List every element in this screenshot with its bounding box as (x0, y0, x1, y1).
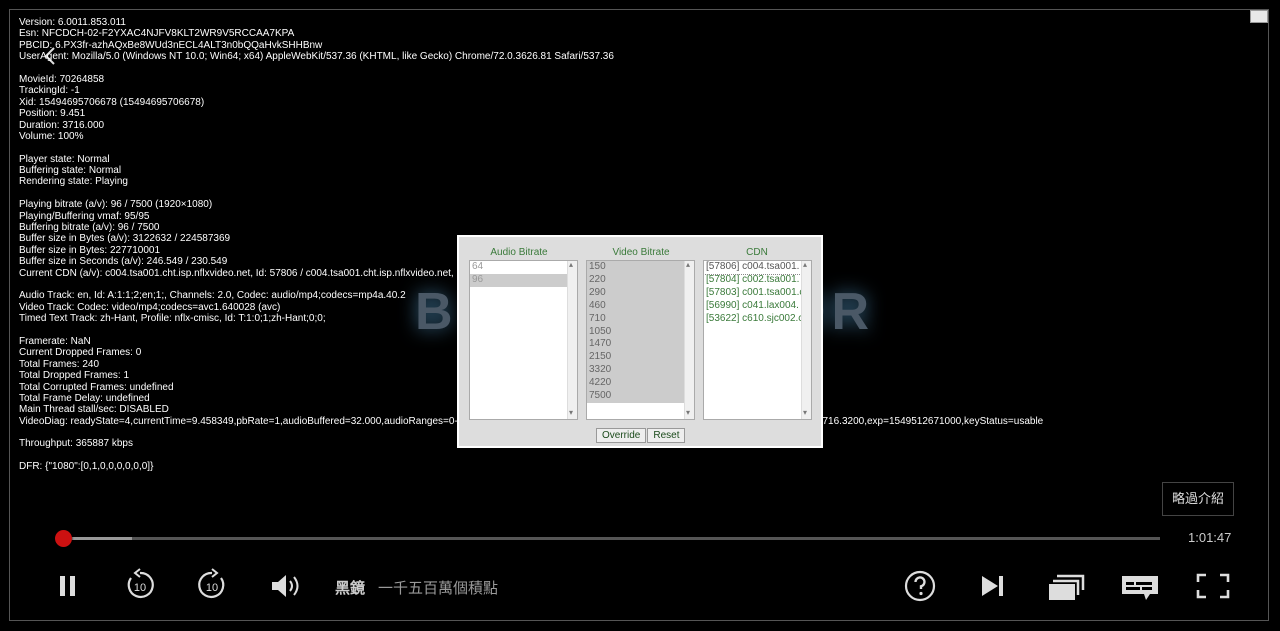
diagnostic-line: MovieId: 70264858 (19, 73, 105, 85)
diagnostic-line: Duration: 3716.000 (19, 119, 105, 131)
diagnostic-line: PBCID: 6.PX3fr-azhAQxBe8WUd3nECL4ALT3n0b… (19, 39, 323, 51)
panel-buttons: Override Reset (596, 425, 686, 443)
forward-seconds-label: 10 (206, 582, 218, 594)
replay-seconds-label: 10 (134, 582, 146, 594)
diagnostic-line: Xid: 15494695706678 (15494695706678) (19, 96, 205, 108)
audio-bitrate-column: Audio Bitrate (469, 247, 569, 258)
episode-title: 一千五百萬個積點 (378, 580, 499, 597)
diagnostic-line: Position: 9.451 (19, 108, 86, 120)
cdn-option[interactable]: [56990] c041.lax004. (704, 300, 811, 313)
forward-10-icon[interactable]: 10 (195, 568, 229, 607)
video-bitrate-option[interactable]: 2150 (587, 351, 694, 365)
audio-list-scrollbar[interactable] (567, 261, 577, 419)
video-bitrate-option[interactable]: 7500 (587, 390, 694, 403)
video-bitrate-option[interactable]: 220 (587, 273, 694, 287)
progress-thumb[interactable] (54, 530, 72, 547)
replay-10-icon[interactable]: 10 (123, 568, 157, 607)
progress-track[interactable] (60, 537, 1160, 540)
cdn-option[interactable]: [57803] c001.tsa001.c (704, 287, 811, 300)
video-bitrate-column: Video Bitrate (587, 247, 695, 258)
diagnostic-line (19, 63, 1043, 74)
episodes-icon[interactable] (1047, 572, 1085, 607)
audio-bitrate-option[interactable]: 64 (470, 261, 577, 274)
next-episode-icon[interactable] (980, 574, 1006, 603)
volume-icon[interactable] (270, 572, 304, 605)
video-bitrate-option[interactable]: 460 (587, 299, 694, 313)
video-bitrate-option[interactable]: 1470 (587, 338, 694, 352)
diagnostic-line: Buffering bitrate (a/v): 96 / 7500 (19, 222, 160, 234)
time-remaining: 1:01:47 (1188, 530, 1232, 545)
diagnostic-line: Rendering state: Playing (19, 176, 128, 188)
skip-intro-button[interactable]: 略過介紹 (1162, 482, 1234, 516)
override-button[interactable]: Override (596, 428, 647, 443)
video-bitrate-option[interactable]: 150 (587, 261, 694, 274)
video-bitrate-option[interactable]: 710 (587, 312, 694, 326)
diagnostic-line (19, 188, 1043, 199)
diagnostic-line: Version: 6.0011.853.011 (19, 17, 126, 28)
fullscreen-icon[interactable] (1196, 573, 1230, 604)
cdn-list[interactable]: [57806] c004.tsa001. [57804] c002.tsa001.… (703, 260, 812, 420)
diagnostic-line (19, 450, 1043, 461)
diagnostic-line: Buffering state: Normal (19, 165, 122, 177)
subtitles-audio-icon[interactable] (1120, 574, 1160, 607)
diagnostic-line: UserAgent: Mozilla/5.0 (Windows NT 10.0;… (19, 51, 614, 63)
help-icon[interactable] (904, 570, 936, 607)
cdn-heading: CDN (746, 247, 768, 258)
video-list-scrollbar[interactable] (684, 261, 694, 419)
video-bitrate-option[interactable]: 4220 (587, 377, 694, 391)
reset-button[interactable]: Reset (647, 428, 686, 443)
video-bitrate-option[interactable]: 1050 (587, 325, 694, 339)
video-bitrate-option[interactable]: 3320 (587, 364, 694, 378)
diagnostic-line (19, 142, 1043, 153)
cdn-option[interactable]: [57804] c002.tsa001. (704, 274, 811, 287)
video-bitrate-option[interactable]: 290 (587, 286, 694, 300)
audio-bitrate-heading: Audio Bitrate (490, 247, 548, 258)
diagnostic-line: Volume: 100% (19, 130, 84, 142)
diagnostic-line: Playing bitrate (a/v): 96 / 7500 (1920×1… (19, 199, 213, 211)
diagnostic-line: DFR: {"1080":[0,1,0,0,0,0,0,0]} (19, 461, 154, 473)
pause-icon[interactable] (58, 574, 78, 603)
close-icon[interactable] (1250, 10, 1268, 23)
stream-manager-panel: Audio Bitrate 6496 Video Bitrate 1502202… (457, 235, 823, 448)
cdn-option[interactable]: [57806] c004.tsa001. (704, 261, 811, 275)
show-title: 黑鏡 (335, 580, 366, 597)
audio-bitrate-option[interactable]: 96 (470, 273, 577, 287)
video-bitrate-heading: Video Bitrate (612, 247, 670, 258)
audio-bitrate-list[interactable]: 64 96 (469, 260, 578, 420)
diagnostic-line: Playing/Buffering vmaf: 95/95 (19, 210, 150, 222)
diagnostic-line: Player state: Normal (19, 153, 110, 165)
video-bitrate-list[interactable]: 150 220 290 460 710 1050 1470 2150 3320 4220 7500 (586, 260, 695, 420)
diagnostic-line: Esn: NFCDCH-02-F2YXAC4NJFV8KLT2WR9V5RCCA… (19, 28, 295, 40)
cdn-column: CDN (703, 247, 811, 258)
diagnostic-line: TrackingId: -1 (19, 85, 80, 97)
cdn-option[interactable]: [53622] c610.sjc002.c (704, 313, 811, 326)
cdn-list-scrollbar[interactable] (801, 261, 811, 419)
